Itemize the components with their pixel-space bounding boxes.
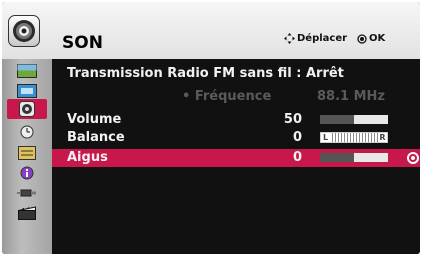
page-title: SON (62, 33, 103, 53)
balance-right-marker: R (378, 133, 387, 142)
aigus-slider[interactable] (320, 153, 388, 162)
navigation-arrows-icon (284, 33, 295, 44)
sidebar-item-picture[interactable] (17, 63, 37, 78)
selected-indicator-icon (407, 152, 419, 164)
balance-label: Balance (67, 130, 125, 145)
sidebar-item-info[interactable] (17, 165, 37, 180)
sidebar-item-input[interactable] (17, 185, 37, 200)
fm-transmission-label: Transmission Radio FM sans fil : Arrêt (67, 66, 344, 81)
move-hint: Déplacer (284, 33, 347, 44)
options-icon (18, 145, 36, 160)
balance-slider[interactable]: L R (320, 132, 388, 143)
ok-hint-label: OK (369, 33, 386, 44)
volume-value: 50 (283, 112, 302, 127)
balance-left-marker: L (321, 133, 330, 142)
sidebar-item-sound[interactable] (7, 99, 47, 119)
sound-icon (19, 101, 35, 117)
frequency-row: • Fréquence 88.1 MHz (52, 88, 420, 106)
move-hint-label: Déplacer (297, 33, 348, 44)
media-icon (18, 205, 36, 220)
clock-icon (20, 125, 34, 138)
osd-frame: SON Déplacer OK Transmission Radio FM sa… (2, 2, 420, 254)
input-icon (17, 189, 36, 196)
aigus-label: Aigus (67, 150, 108, 165)
sidebar-item-media[interactable] (17, 205, 37, 220)
sidebar-item-options[interactable] (17, 145, 37, 160)
aigus-slider-fill (320, 153, 354, 162)
volume-label: Volume (67, 112, 122, 127)
balance-row[interactable]: Balance 0 L R (52, 129, 420, 147)
menu-sidebar (2, 59, 52, 254)
ok-button-icon (357, 33, 367, 44)
speaker-icon (8, 15, 40, 47)
info-icon (20, 166, 34, 179)
aigus-value: 0 (292, 150, 302, 165)
volume-row[interactable]: Volume 50 (52, 111, 420, 129)
screen-icon (17, 83, 37, 98)
frequency-label: • Fréquence (182, 89, 272, 104)
aigus-row[interactable]: Aigus 0 (52, 149, 420, 167)
sidebar-item-screen[interactable] (17, 83, 37, 98)
sound-menu: Transmission Radio FM sans fil : Arrêt •… (52, 59, 420, 254)
ok-hint: OK (357, 33, 385, 44)
fm-transmission-row[interactable]: Transmission Radio FM sans fil : Arrêt (52, 65, 420, 83)
picture-icon (17, 63, 37, 78)
frequency-value: 88.1 MHz (317, 89, 385, 104)
volume-slider-fill (320, 115, 354, 124)
balance-value: 0 (292, 130, 302, 145)
volume-slider[interactable] (320, 115, 388, 124)
menu-header: SON Déplacer OK (2, 2, 420, 59)
sidebar-item-time[interactable] (17, 124, 37, 139)
